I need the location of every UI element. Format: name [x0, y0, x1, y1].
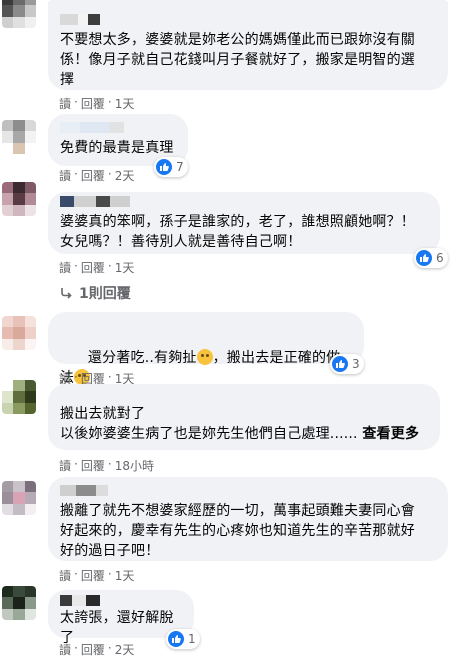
author-name[interactable] [60, 122, 176, 133]
timestamp[interactable]: 1天 [115, 567, 135, 584]
read-label[interactable]: 讀 [59, 167, 71, 184]
reaction-number: 6 [436, 251, 444, 265]
timestamp[interactable]: 18小時 [115, 457, 154, 474]
reaction-count[interactable]: 3 [330, 354, 364, 374]
avatar[interactable] [2, 586, 36, 620]
author-name[interactable] [60, 14, 436, 25]
reaction-count[interactable]: 7 [154, 157, 188, 177]
read-label[interactable]: 讀 [59, 641, 71, 658]
like-icon [416, 250, 432, 266]
see-more-link[interactable]: 查看更多 [362, 426, 419, 442]
comment-bubble: 婆婆真的笨啊，孫子是誰家的，老了，誰想照顧她啊？！ 女兒嗎？！善待別人就是善待自… [48, 192, 440, 254]
comment-text-body: 搬出去就對了 以後妳婆婆生病了也是妳先生他們自己處理...... [60, 406, 358, 442]
reaction-number: 3 [352, 357, 360, 371]
avatar[interactable] [2, 120, 36, 154]
reaction-number: 7 [176, 160, 184, 174]
comment-actions: 讀 · 回覆 · 2天 [59, 641, 135, 658]
reply-button[interactable]: 回覆 [81, 641, 105, 658]
view-replies-link[interactable]: 1則回覆 [59, 283, 131, 303]
like-icon [168, 631, 184, 647]
like-icon [156, 159, 172, 175]
timestamp[interactable]: 1天 [115, 95, 135, 112]
comment-text: 搬離了就先不想婆家經歷的一切，萬事起頭難夫妻同心會 好起來的，慶幸有先生的心疼妳… [60, 503, 415, 559]
comment-actions: 讀 · 回覆 · 18小時 [59, 457, 154, 474]
comment-actions: 讀 · 回覆 · 2天 [59, 167, 135, 184]
comment-text: 不要想太多，婆婆就是妳老公的媽媽僅此而已跟妳沒有關 係！像月子就自己花錢叫月子餐… [60, 32, 415, 88]
avatar[interactable] [2, 380, 36, 414]
reply-button[interactable]: 回覆 [81, 457, 105, 474]
read-label[interactable]: 讀 [59, 259, 71, 276]
comment-text: 搬出去就對了 以後妳婆婆生病了也是妳先生他們自己處理...... 查看更多 [60, 404, 428, 444]
reply-button[interactable]: 回覆 [81, 95, 105, 112]
read-label[interactable]: 讀 [59, 567, 71, 584]
comment-text-part: 還分著吃..有夠扯 [87, 350, 197, 366]
replies-count-label: 1則回覆 [79, 286, 131, 302]
author-name[interactable] [60, 485, 436, 496]
timestamp[interactable]: 2天 [115, 167, 135, 184]
emoji-icon [196, 349, 213, 365]
comment-text: 婆婆真的笨啊，孫子是誰家的，老了，誰想照顧她啊？！ 女兒嗎？！善待別人就是善待自… [60, 214, 415, 250]
reply-arrow-icon [61, 288, 72, 299]
reply-button[interactable]: 回覆 [81, 567, 105, 584]
reaction-count[interactable]: 6 [414, 248, 448, 268]
avatar[interactable] [2, 481, 36, 515]
avatar[interactable] [2, 182, 36, 216]
author-name[interactable] [60, 196, 428, 207]
reply-button[interactable]: 回覆 [81, 167, 105, 184]
comment-actions: 讀 · 回覆 · 1天 [59, 567, 135, 584]
reply-button[interactable]: 回覆 [81, 259, 105, 276]
comment-bubble: 搬出去就對了 以後妳婆婆生病了也是妳先生他們自己處理...... 查看更多 [48, 384, 440, 450]
comment-bubble: 還分著吃..有夠扯 ，搬出去是正確的做法 [48, 312, 364, 386]
avatar[interactable] [2, 316, 36, 350]
like-icon [332, 356, 348, 372]
read-label[interactable]: 讀 [59, 457, 71, 474]
avatar[interactable] [2, 0, 36, 28]
reaction-count[interactable]: 1 [166, 629, 200, 649]
timestamp[interactable]: 2天 [115, 641, 135, 658]
comment-actions: 讀 · 回覆 · 1天 [59, 95, 135, 112]
comment-actions: 讀 · 回覆 · 1天 [59, 259, 135, 276]
comment-bubble: 搬離了就先不想婆家經歷的一切，萬事起頭難夫妻同心會 好起來的，慶幸有先生的心疼妳… [48, 477, 448, 561]
reaction-number: 1 [188, 632, 196, 646]
timestamp[interactable]: 1天 [115, 259, 135, 276]
author-name[interactable] [60, 595, 182, 606]
read-label[interactable]: 讀 [59, 95, 71, 112]
comment-bubble: 不要想太多，婆婆就是妳老公的媽媽僅此而已跟妳沒有關 係！像月子就自己花錢叫月子餐… [48, 0, 448, 90]
comment-text: 免費的最貴是真理 [60, 140, 174, 156]
